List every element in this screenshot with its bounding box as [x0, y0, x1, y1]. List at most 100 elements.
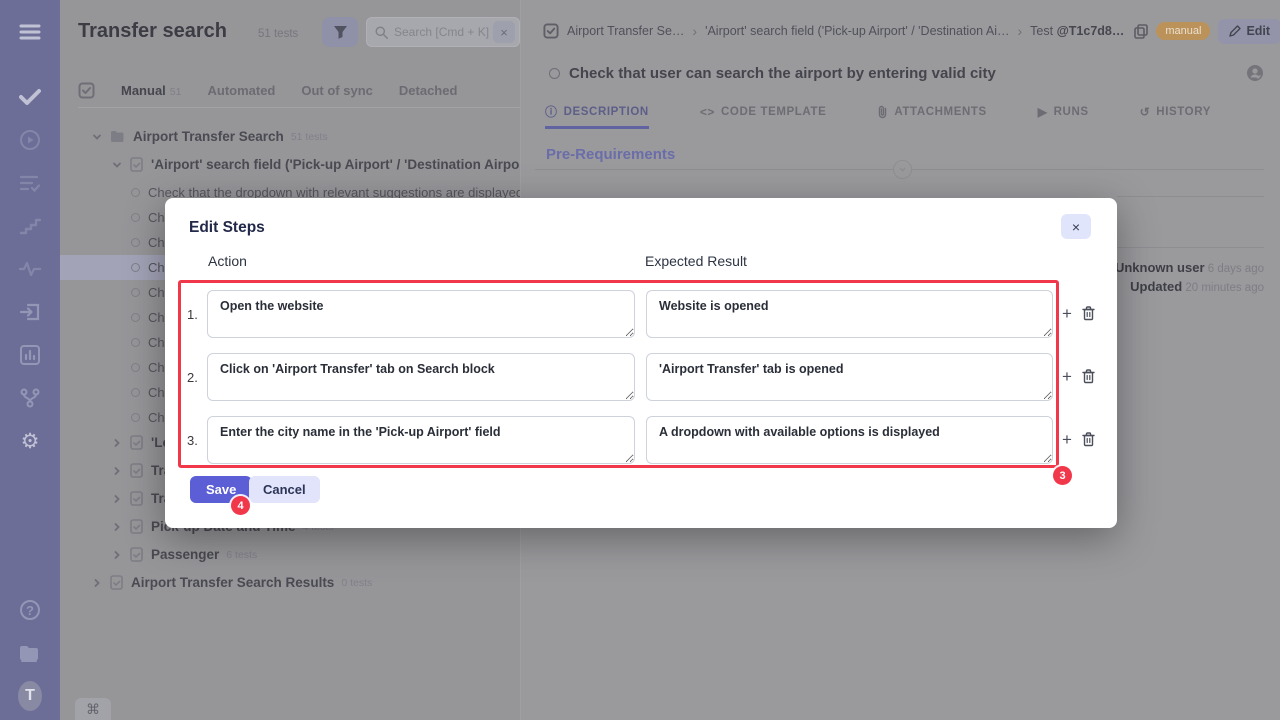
- pulse-icon[interactable]: [18, 257, 42, 281]
- filter-tab-out-of-sync[interactable]: Out of sync: [301, 83, 373, 98]
- menu-icon[interactable]: [18, 20, 42, 44]
- delete-step-icon[interactable]: [1082, 369, 1095, 384]
- annotation-badge-3: 3: [1053, 466, 1072, 485]
- history-icon: ↺: [1140, 105, 1151, 119]
- step-action-input[interactable]: Open the website: [207, 290, 635, 338]
- breadcrumb-item-test[interactable]: Test @T1c7d8…: [1030, 24, 1124, 38]
- settings-gear-icon[interactable]: ⚙: [18, 429, 42, 453]
- step-expected-input[interactable]: 'Airport Transfer' tab is opened: [646, 353, 1053, 401]
- tab-history[interactable]: ↺HISTORY: [1140, 103, 1211, 129]
- chevron-right-icon[interactable]: [91, 577, 103, 589]
- test-status-circle: [131, 213, 140, 222]
- chevron-right-icon[interactable]: [111, 549, 123, 561]
- pre-requirements-heading: Pre-Requirements: [546, 146, 675, 163]
- paperclip-icon: [877, 105, 888, 119]
- branch-icon[interactable]: [18, 386, 42, 410]
- cancel-button[interactable]: Cancel: [249, 476, 320, 503]
- step-row-1: 1. Open the website Website is opened +: [165, 290, 1117, 338]
- test-status-circle: [131, 363, 140, 372]
- tree-folder-airport-transfer-search[interactable]: Airport Transfer Search 51 tests: [60, 124, 520, 149]
- chevron-right-icon[interactable]: [111, 437, 123, 449]
- chevron-down-icon[interactable]: [111, 159, 123, 171]
- panel-divider: [78, 107, 520, 108]
- step-number: 1.: [187, 290, 207, 338]
- step-action-input[interactable]: Enter the city name in the 'Pick-up Airp…: [207, 416, 635, 464]
- help-icon[interactable]: ?: [18, 598, 42, 622]
- delete-step-icon[interactable]: [1082, 306, 1095, 321]
- tree-suite-airport-search-field[interactable]: 'Airport' search field ('Pick-up Airport…: [60, 152, 520, 177]
- test-title: Check that user can search the airport b…: [569, 65, 1246, 82]
- filter-tabs: Manual51 Automated Out of sync Detached: [78, 82, 457, 99]
- breadcrumb-item-subsuite[interactable]: 'Airport' search field ('Pick-up Airport…: [705, 24, 1009, 38]
- delete-step-icon[interactable]: [1082, 432, 1095, 447]
- reports-chart-icon[interactable]: [18, 343, 42, 367]
- projects-folder-icon[interactable]: [18, 641, 42, 665]
- chevron-down-icon[interactable]: [91, 131, 103, 143]
- collapse-toggle[interactable]: [893, 160, 912, 179]
- runs-play-icon[interactable]: [18, 128, 42, 152]
- test-status-circle: [131, 338, 140, 347]
- folder-icon: [110, 130, 125, 143]
- search-clear-button[interactable]: ×: [493, 21, 515, 43]
- meta-divider-top: [1117, 196, 1264, 197]
- meta-info: Unknown user 6 days ago Updated 20 minut…: [1115, 259, 1264, 297]
- step-expected-input[interactable]: A dropdown with available options is dis…: [646, 416, 1053, 464]
- tests-check-icon[interactable]: [18, 85, 42, 109]
- add-step-button[interactable]: +: [1058, 431, 1076, 449]
- modal-close-button[interactable]: ×: [1061, 214, 1091, 239]
- updated-line: Updated 20 minutes ago: [1115, 278, 1264, 297]
- assignee-avatar-icon[interactable]: [1246, 64, 1264, 82]
- search-box: ×: [366, 17, 520, 47]
- check-square-icon: [543, 23, 559, 39]
- funnel-icon: [333, 25, 348, 39]
- test-status-circle: [549, 68, 560, 79]
- step-action-input[interactable]: Click on 'Airport Transfer' tab on Searc…: [207, 353, 635, 401]
- suite-title: Transfer search: [78, 20, 227, 43]
- annotation-badge-4: 4: [231, 496, 250, 515]
- breadcrumb-item-suite[interactable]: Airport Transfer Se…: [567, 24, 684, 38]
- file-check-icon: [130, 463, 143, 478]
- code-icon: <>: [700, 105, 715, 119]
- file-check-icon: [130, 435, 143, 450]
- test-status-circle: [131, 388, 140, 397]
- chevron-right-icon[interactable]: [111, 493, 123, 505]
- tree-suite-passenger[interactable]: Passenger 6 tests: [60, 542, 520, 567]
- chevron-right-icon[interactable]: [111, 521, 123, 533]
- test-status-circle: [131, 263, 140, 272]
- filter-tab-manual[interactable]: Manual51: [121, 83, 181, 98]
- file-check-icon: [130, 547, 143, 562]
- filter-button[interactable]: [322, 17, 358, 47]
- test-status-circle: [131, 413, 140, 422]
- chevron-right-icon[interactable]: [111, 465, 123, 477]
- copy-icon[interactable]: [1134, 24, 1148, 39]
- file-check-icon: [130, 491, 143, 506]
- select-all-icon[interactable]: [78, 82, 95, 99]
- meta-divider-bottom: [1117, 247, 1264, 248]
- filter-tab-automated[interactable]: Automated: [207, 83, 275, 98]
- info-icon: ⓘ: [545, 103, 558, 120]
- pencil-icon: [1229, 25, 1241, 37]
- add-step-button[interactable]: +: [1058, 305, 1076, 323]
- add-step-button[interactable]: +: [1058, 368, 1076, 386]
- step-number: 3.: [187, 416, 207, 464]
- tab-runs[interactable]: ▶RUNS: [1038, 103, 1089, 129]
- keyboard-shortcuts-button[interactable]: ⌘: [75, 698, 111, 720]
- breadcrumb: Airport Transfer Se… › 'Airport' search …: [543, 17, 1264, 45]
- app-logo[interactable]: T: [18, 684, 42, 708]
- tree-suite-search-results[interactable]: Airport Transfer Search Results 0 tests: [60, 570, 520, 595]
- filter-tab-detached[interactable]: Detached: [399, 83, 458, 98]
- edit-button[interactable]: Edit: [1218, 19, 1280, 44]
- plans-list-icon[interactable]: [18, 171, 42, 195]
- tab-attachments[interactable]: ATTACHMENTS: [877, 103, 986, 129]
- tab-code-template[interactable]: <>CODE TEMPLATE: [700, 103, 827, 129]
- test-status-circle: [131, 188, 140, 197]
- steps-icon[interactable]: [18, 214, 42, 238]
- detail-tabs: ⓘDESCRIPTION <>CODE TEMPLATE ATTACHMENTS…: [545, 103, 1211, 129]
- manual-badge: manual: [1156, 22, 1210, 40]
- tab-description[interactable]: ⓘDESCRIPTION: [545, 103, 649, 129]
- expected-column-header: Expected Result: [645, 253, 747, 269]
- sign-in-icon[interactable]: [18, 300, 42, 324]
- action-column-header: Action: [208, 253, 247, 269]
- search-input[interactable]: [394, 25, 493, 39]
- step-expected-input[interactable]: Website is opened: [646, 290, 1053, 338]
